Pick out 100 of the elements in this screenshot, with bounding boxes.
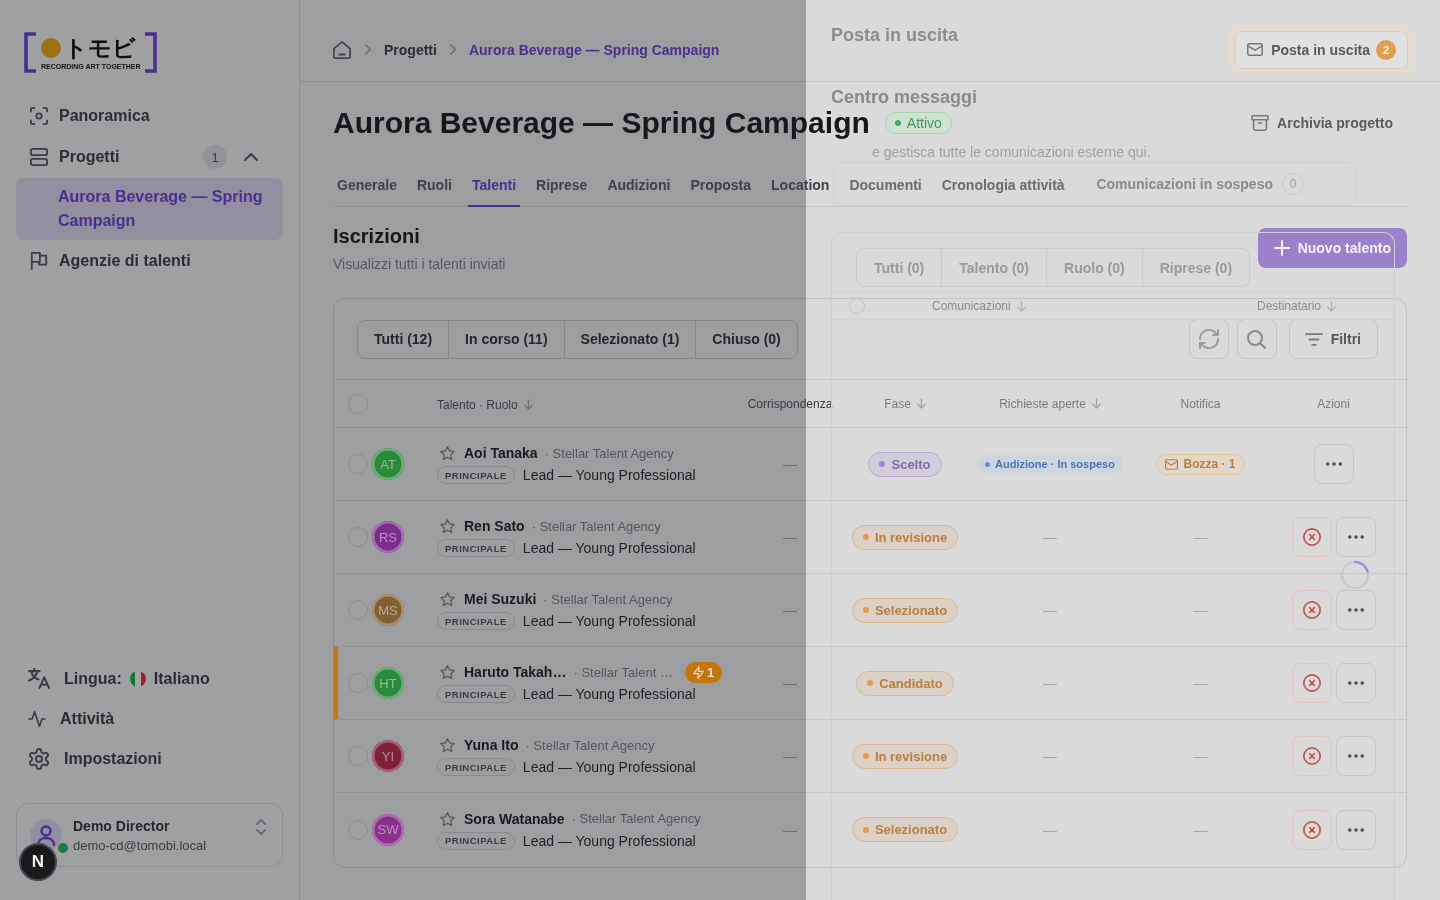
talent-name: Sora Watanabe [464, 810, 565, 827]
more-button[interactable] [1335, 517, 1376, 557]
flag-icon [30, 252, 48, 270]
rows-icon [30, 148, 48, 166]
more-button[interactable] [1335, 809, 1376, 850]
reject-button[interactable] [1291, 663, 1332, 703]
x-circle-icon [1302, 747, 1321, 765]
column-header[interactable]: Comunicazioni [932, 299, 1026, 313]
outbox-button[interactable]: Posta in uscita 2 [1228, 23, 1415, 76]
reject-button[interactable] [1291, 809, 1332, 850]
star-icon[interactable] [440, 592, 455, 606]
table-cell: — [1043, 529, 1057, 545]
reject-button[interactable] [1291, 517, 1332, 557]
ellipsis-icon [1325, 462, 1342, 466]
agency-name: · Stellar Talent … [573, 664, 673, 680]
lightning-icon [692, 665, 704, 679]
talent-name: Mei Suzuki [464, 591, 537, 607]
agency-name: · Stellar Talent Agency [531, 518, 661, 534]
nav-subitem[interactable]: Aurora Beverage — Spring Campaign [16, 178, 283, 240]
page-title: Aurora Beverage — Spring Campaign [333, 109, 870, 137]
reject-button[interactable] [1291, 736, 1332, 776]
star-icon[interactable] [440, 665, 455, 679]
user-name: Demo Director [73, 816, 170, 835]
status-label: Selezionato [874, 602, 948, 618]
role-name: Lead — Young Professional [522, 613, 696, 629]
more-button[interactable] [1335, 663, 1376, 703]
role-name: Lead — Young Professional [522, 759, 696, 775]
refresh-icon [1198, 329, 1219, 349]
chevron-up-down-icon [256, 819, 266, 835]
star-icon[interactable] [440, 446, 455, 460]
table-cell: — [783, 456, 797, 472]
status-label: Attivo [906, 115, 942, 131]
status-label: Scelto [891, 456, 931, 472]
agency-name: · Stellar Talent Agency [544, 445, 674, 461]
plus-icon [1273, 240, 1290, 256]
more-button[interactable] [1313, 444, 1354, 484]
mail-icon [1247, 43, 1264, 56]
star-icon[interactable] [440, 738, 455, 752]
status-label: In revisione [874, 529, 948, 545]
ellipsis-icon [1347, 754, 1364, 758]
column-header: Azioni [1317, 396, 1350, 411]
status-label: Candidato [879, 675, 943, 691]
pulse-icon [28, 710, 46, 728]
column-header[interactable]: Richieste aperte [999, 396, 1101, 411]
count-badge: 1 [203, 145, 227, 169]
archive-button[interactable]: Archivia progetto [1237, 105, 1407, 141]
role-name: Lead — Young Professional [522, 686, 696, 702]
filter-segment[interactable]: Talento (0) [941, 249, 1047, 286]
ellipsis-icon [1347, 827, 1364, 832]
new-talent-button[interactable]: Nuovo talento [1257, 228, 1407, 268]
filter-segment[interactable]: Chiuso (0) [695, 320, 797, 358]
tab[interactable]: Documenti [845, 165, 926, 207]
breadcrumb-link[interactable]: Aurora Beverage — Spring Campaign [468, 41, 720, 58]
column-header[interactable]: Talento · Ruolo [437, 397, 533, 412]
tab[interactable]: Proposta [686, 165, 756, 207]
star-icon[interactable] [440, 811, 455, 826]
column-header[interactable]: Fase [884, 396, 926, 411]
chevron-right-icon [365, 44, 371, 55]
tab[interactable]: Talenti [467, 165, 520, 207]
star-icon[interactable] [440, 519, 455, 533]
x-circle-icon [1302, 601, 1321, 619]
alert-count: 1 [706, 664, 715, 680]
more-button[interactable] [1335, 590, 1376, 630]
filter-segment[interactable]: Tutti (0) [857, 249, 942, 286]
filter-segment[interactable]: Tutti (12) [358, 320, 449, 358]
count-badge: 2 [1376, 39, 1396, 60]
nav-item[interactable]: Attività [16, 699, 283, 739]
tab[interactable]: Generale [333, 165, 401, 207]
more-button[interactable] [1335, 736, 1376, 776]
nav-item[interactable]: Progetti 1 [16, 137, 283, 177]
badge-label: Audizione · In sospeso [995, 458, 1115, 470]
table-cell: — [1043, 821, 1057, 838]
agency-name: · Stellar Talent Agency [525, 737, 655, 753]
talent-name: Aoi Tanaka [464, 445, 538, 461]
reject-button[interactable] [1291, 590, 1332, 630]
nav-item[interactable]: Impostazioni [16, 739, 283, 779]
translate-icon [28, 668, 50, 690]
filter-segment[interactable]: Selezionato (1) [563, 320, 696, 358]
settings-icon [28, 748, 50, 770]
nav-item[interactable]: Agenzie di talenti [16, 241, 283, 281]
filter-segment[interactable]: In corso (11) [448, 320, 564, 358]
x-circle-icon [1302, 674, 1321, 692]
tab[interactable]: Audizioni [603, 165, 675, 207]
breadcrumb-link[interactable]: Progetti [384, 41, 437, 58]
tab[interactable]: Ruoli [412, 165, 456, 207]
agency-name: · Stellar Talent Agency [571, 811, 701, 826]
tab[interactable]: Riprese [532, 165, 592, 207]
chevron-right-icon [449, 44, 456, 55]
scan-icon [30, 107, 48, 125]
column-header[interactable]: Destinatario [1257, 299, 1337, 313]
filter-segment[interactable]: Ruolo (0) [1046, 249, 1142, 286]
filter-segment[interactable]: Riprese (0) [1141, 249, 1250, 286]
table-cell: — [1193, 675, 1208, 691]
table-cell: — [1043, 602, 1057, 618]
tab[interactable]: Cronologia attività [937, 165, 1069, 207]
nav-item[interactable]: Panoramica [16, 96, 283, 136]
table-cell: — [1043, 675, 1057, 691]
home-icon[interactable] [333, 40, 351, 59]
logo-wordmark: トモビ [64, 35, 136, 61]
language-link[interactable]: Lingua: Italiano [16, 659, 283, 699]
